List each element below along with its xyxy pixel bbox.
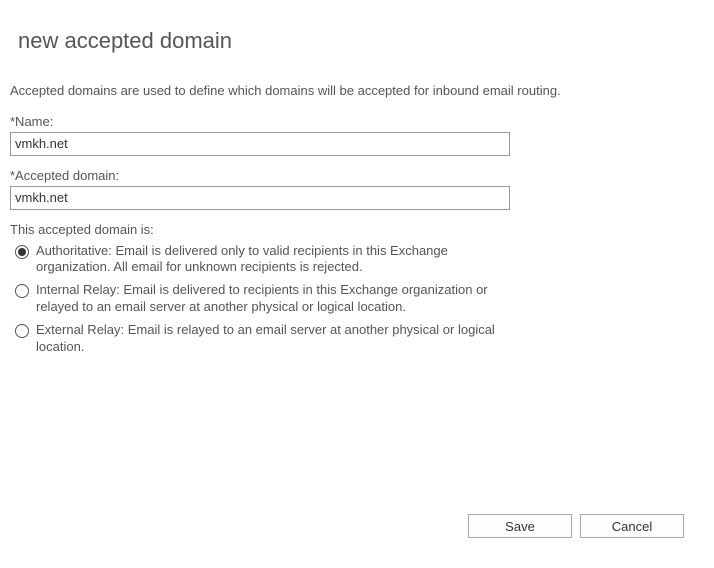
radio-label-external-relay: External Relay: Email is relayed to an e… [36,322,515,356]
radio-button-icon[interactable] [15,284,29,298]
radio-option-authoritative[interactable]: Authoritative: Email is delivered only t… [15,243,515,277]
dialog-body: new accepted domain Accepted domains are… [0,0,714,356]
radio-button-icon[interactable] [15,245,29,259]
name-label: *Name: [10,114,704,129]
radio-button-icon[interactable] [15,324,29,338]
page-title: new accepted domain [18,28,704,54]
radio-label-internal-relay: Internal Relay: Email is delivered to re… [36,282,515,316]
description-text: Accepted domains are used to define whic… [10,82,570,100]
name-input[interactable] [10,132,510,156]
domain-type-group-label: This accepted domain is: [10,222,704,237]
cancel-button[interactable]: Cancel [580,514,684,538]
accepted-domain-input[interactable] [10,186,510,210]
radio-option-internal-relay[interactable]: Internal Relay: Email is delivered to re… [15,282,515,316]
radio-label-authoritative: Authoritative: Email is delivered only t… [36,243,515,277]
accepted-domain-label: *Accepted domain: [10,168,704,183]
radio-option-external-relay[interactable]: External Relay: Email is relayed to an e… [15,322,515,356]
save-button[interactable]: Save [468,514,572,538]
dialog-footer: Save Cancel [468,514,684,538]
